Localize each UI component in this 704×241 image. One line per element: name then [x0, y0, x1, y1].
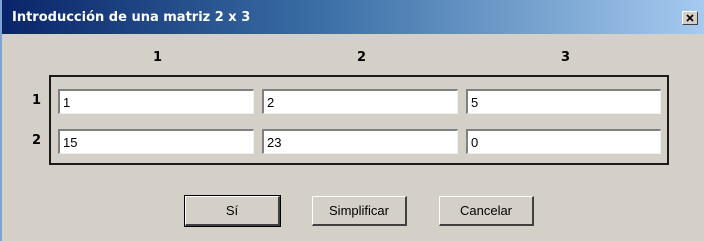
row-header-2: 2: [32, 133, 42, 148]
cancel-button-label: Cancelar: [459, 203, 513, 218]
yes-button[interactable]: Sí: [184, 195, 281, 227]
simplify-button-label: Simplificar: [329, 203, 389, 218]
column-header-2: 2: [357, 50, 367, 65]
matrix-cell-2-2[interactable]: 23: [262, 129, 458, 154]
column-header-1: 1: [153, 50, 163, 65]
matrix-cell-1-3[interactable]: 5: [466, 89, 661, 114]
matrix-cell-2-1[interactable]: 15: [58, 129, 254, 154]
matrix-cell-1-1[interactable]: 1: [58, 89, 254, 114]
yes-button-label: Sí: [225, 203, 239, 218]
title-bar[interactable]: Introducción de una matriz 2 x 3: [2, 0, 704, 34]
simplify-button[interactable]: Simplificar: [312, 196, 407, 226]
cancel-button[interactable]: Cancelar: [439, 196, 534, 226]
window-title: Introducción de una matriz 2 x 3: [12, 10, 251, 25]
column-header-3: 3: [561, 50, 571, 65]
matrix-cell-1-2[interactable]: 2: [262, 89, 458, 114]
close-icon: [686, 14, 694, 22]
matrix-input-dialog: Introducción de una matriz 2 x 3 1 2 3 1…: [0, 0, 704, 241]
matrix-cell-2-3[interactable]: 0: [466, 129, 661, 154]
close-button[interactable]: [682, 11, 698, 25]
row-header-1: 1: [32, 93, 42, 108]
